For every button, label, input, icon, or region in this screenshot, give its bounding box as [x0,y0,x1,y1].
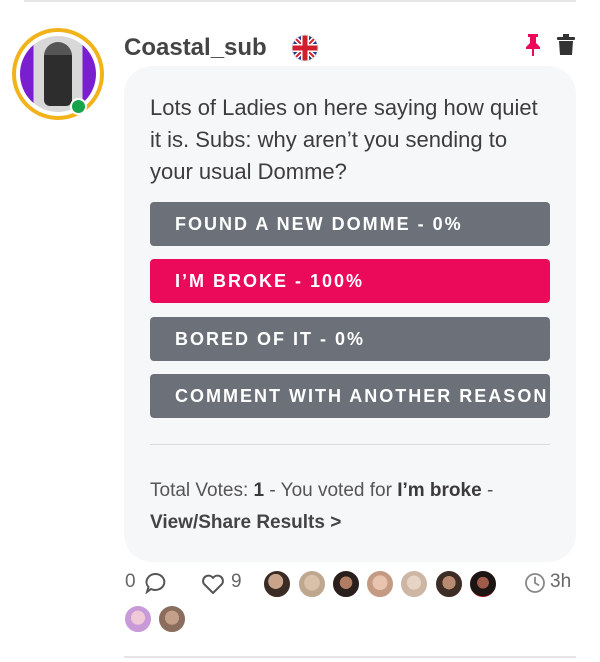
voted-choice: I’m broke [397,480,482,501]
comment-icon[interactable] [145,572,167,594]
pin-icon[interactable] [524,33,542,57]
uk-flag-icon [291,34,319,62]
poll-totals: Total Votes: 1 - You voted for I’m broke… [150,475,560,539]
poll-option-selected[interactable]: I’M BROKE - 100% [150,259,550,303]
avatar-figure [44,42,72,106]
liker-avatar[interactable] [124,605,152,633]
trash-icon[interactable] [556,34,576,56]
poll-option[interactable]: BORED OF IT - 0% [150,317,550,361]
liker-avatar[interactable] [158,605,186,633]
view-share-results-link[interactable]: View/Share Results > [150,512,341,533]
liker-avatar[interactable] [332,570,360,598]
post-time: 3h [550,571,572,592]
online-status-dot [70,98,87,115]
poll-option[interactable]: FOUND A NEW DOMME - 0% [150,202,550,246]
poll-question: Lots of Ladies on here saying how quiet … [150,95,538,184]
liker-avatar[interactable] [400,570,428,598]
totals-dash: - [486,480,494,501]
heart-icon[interactable] [201,573,225,595]
username[interactable]: Coastal_sub [124,34,267,62]
total-votes-label: Total Votes: [150,480,249,501]
bottom-divider [124,656,576,658]
avatar[interactable] [12,28,104,120]
liker-avatar[interactable] [366,570,394,598]
liker-avatar[interactable] [263,570,291,598]
poll-option[interactable]: COMMENT WITH ANOTHER REASON - 0% [150,374,550,418]
voted-for-label: - You voted for [269,480,392,501]
like-count: 9 [231,571,242,592]
liker-avatar[interactable] [435,570,463,598]
clock-icon [525,573,545,593]
card-divider [150,444,550,445]
top-divider [24,0,576,2]
liker-avatar[interactable] [298,570,326,598]
total-votes-count: 1 [253,480,265,501]
liker-avatar[interactable] [469,570,497,598]
comment-count: 0 [125,571,136,592]
